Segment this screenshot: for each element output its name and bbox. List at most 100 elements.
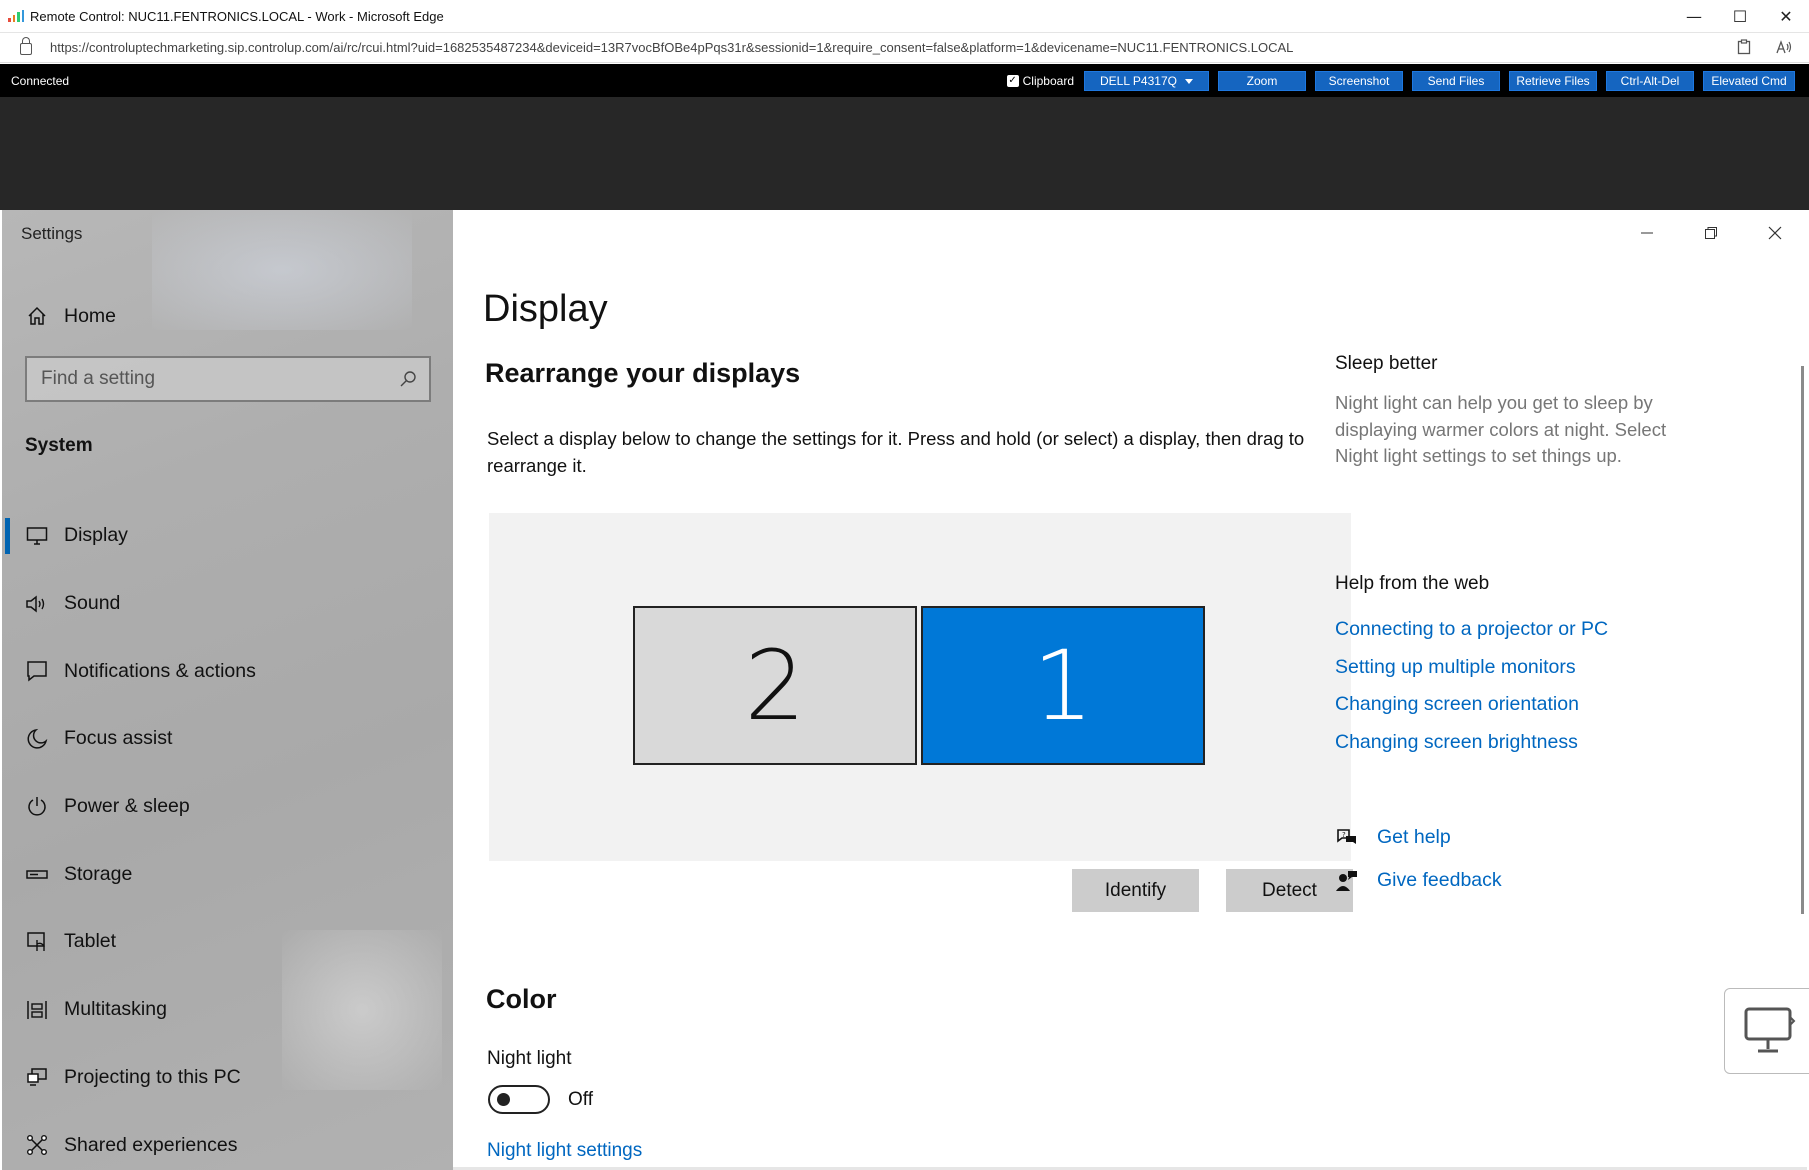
search-box (25, 356, 431, 402)
browser-window-controls: — ☐ ✕ (1671, 0, 1809, 33)
identify-button[interactable]: Identify (1072, 869, 1199, 912)
get-help-link[interactable]: ? Get help (1335, 826, 1451, 849)
chevron-down-icon (1184, 78, 1193, 84)
sidebar-item-projecting[interactable]: Projecting to this PC (2, 1044, 453, 1112)
minimize-icon[interactable]: — (1671, 0, 1717, 33)
maximize-icon[interactable]: ☐ (1717, 0, 1763, 33)
elevated-cmd-button[interactable]: Elevated Cmd (1703, 71, 1795, 91)
chat-help-icon: ? (1337, 828, 1356, 844)
sidebar-item-storage[interactable]: Storage (2, 840, 453, 908)
night-light-state: Off (568, 1089, 593, 1110)
sidebar-item-label: Storage (64, 862, 133, 885)
monitor-select-dropdown[interactable]: DELL P4317Q (1084, 71, 1209, 91)
night-light-toggle[interactable] (488, 1085, 550, 1114)
remote-tools: ✓ Clipboard DELL P4317Q Zoom Screenshot … (1006, 71, 1795, 91)
content-scrollbar[interactable] (1801, 366, 1804, 914)
settings-window-title: Settings (21, 224, 83, 243)
minimize-icon[interactable] (1615, 210, 1679, 256)
shared-icon (24, 1132, 50, 1158)
storage-icon (24, 861, 50, 887)
sidebar-item-label: Display (64, 524, 128, 547)
help-link-multiple-monitors[interactable]: Setting up multiple monitors (1335, 656, 1608, 694)
send-files-button[interactable]: Send Files (1412, 71, 1500, 91)
sidebar-item-label: Shared experiences (64, 1133, 238, 1156)
help-link-screen-brightness[interactable]: Changing screen brightness (1335, 731, 1608, 769)
screenshot-button[interactable]: Screenshot (1315, 71, 1403, 91)
sidebar-nav: Display Sound Notifications & actions Fo… (2, 502, 453, 1170)
controlup-favicon-icon (8, 10, 24, 22)
help-link-projector[interactable]: Connecting to a projector or PC (1335, 618, 1608, 656)
retrieve-files-button[interactable]: Retrieve Files (1509, 71, 1597, 91)
sidebar-item-shared-experiences[interactable]: Shared experiences (2, 1111, 453, 1170)
help-link-screen-orientation[interactable]: Changing screen orientation (1335, 693, 1608, 731)
ctrl-alt-del-button[interactable]: Ctrl-Alt-Del (1606, 71, 1694, 91)
color-heading: Color (486, 984, 557, 1014)
sidebar-item-label: Projecting to this PC (64, 1065, 241, 1088)
close-icon[interactable]: ✕ (1763, 0, 1809, 33)
settings-content: Display Rearrange your displays Select a… (453, 210, 1809, 1170)
sidebar-item-label: Multitasking (64, 998, 167, 1021)
browser-window-title: Remote Control: NUC11.FENTRONICS.LOCAL -… (30, 8, 444, 24)
address-bar-actions (1737, 39, 1793, 58)
checkbox-checked-icon[interactable]: ✓ (1006, 75, 1019, 87)
browser-title-bar: Remote Control: NUC11.FENTRONICS.LOCAL -… (0, 0, 1809, 33)
page-title: Display (483, 288, 608, 330)
detect-button[interactable]: Detect (1226, 869, 1353, 912)
sidebar-item-label: Focus assist (64, 727, 173, 750)
power-icon (24, 794, 50, 820)
clipboard-icon[interactable] (1737, 39, 1751, 58)
sidebar-item-label: Power & sleep (64, 795, 190, 818)
connection-status: Connected (11, 73, 70, 88)
speaker-icon (24, 591, 50, 617)
section-label-system: System (25, 435, 93, 456)
sleep-better-text: Night light can help you get to sleep by… (1335, 392, 1667, 466)
address-bar: https://controluptechmarketing.sip.contr… (0, 33, 1809, 63)
help-links-list: Connecting to a projector or PC Setting … (1335, 618, 1608, 768)
settings-window-controls (1615, 210, 1807, 256)
sleep-better-heading: Sleep better (1335, 353, 1438, 374)
read-aloud-icon[interactable] (1775, 39, 1793, 58)
get-help-label: Get help (1377, 826, 1451, 848)
sidebar-item-multitasking[interactable]: Multitasking (2, 976, 453, 1044)
night-light-settings-link[interactable]: Night light settings (487, 1140, 642, 1162)
monitor-select-value: DELL P4317Q (1100, 74, 1177, 88)
display-1-tile[interactable]: 1 (921, 606, 1205, 765)
multitasking-icon (24, 997, 50, 1023)
search-icon[interactable] (399, 370, 417, 393)
sidebar-item-label: Sound (64, 592, 121, 615)
sidebar-item-label: Tablet (64, 930, 117, 953)
lock-icon[interactable] (20, 37, 32, 55)
remote-control-toolbar: Connected ✓ Clipboard DELL P4317Q Zoom S… (0, 64, 1809, 97)
zoom-button[interactable]: Zoom (1218, 71, 1306, 91)
search-input[interactable] (41, 368, 381, 390)
remote-desktop-background (0, 97, 1809, 210)
sidebar-item-notifications[interactable]: Notifications & actions (2, 637, 453, 705)
sidebar-item-display[interactable]: Display (2, 502, 453, 570)
clipboard-label: Clipboard (1022, 74, 1074, 88)
notification-icon (24, 658, 50, 684)
sidebar-item-focus-assist[interactable]: Focus assist (2, 705, 453, 773)
sidebar-item-label: Home (64, 304, 117, 327)
clipboard-toggle[interactable]: ✓ Clipboard (1006, 74, 1074, 88)
sidebar-item-home[interactable]: Home (2, 296, 453, 336)
sidebar-item-tablet[interactable]: Tablet (2, 908, 453, 976)
give-feedback-link[interactable]: Give feedback (1335, 869, 1502, 892)
svg-text:?: ? (1342, 831, 1346, 839)
tablet-icon (24, 929, 50, 955)
display-2-tile[interactable]: 2 (633, 606, 917, 765)
close-icon[interactable] (1743, 210, 1807, 256)
give-feedback-label: Give feedback (1377, 869, 1502, 891)
monitor-icon (24, 523, 50, 549)
help-from-web-heading: Help from the web (1335, 573, 1490, 594)
remote-monitor-icon (1744, 1007, 1796, 1053)
rearrange-heading: Rearrange your displays (485, 358, 801, 388)
home-icon (24, 303, 50, 329)
restore-icon[interactable] (1679, 210, 1743, 256)
settings-sidebar: Settings Home System Display (2, 210, 453, 1170)
url-text[interactable]: https://controluptechmarketing.sip.contr… (50, 40, 1293, 55)
remote-session-widget[interactable] (1724, 988, 1809, 1074)
night-light-label: Night light (487, 1048, 572, 1069)
sidebar-item-power-sleep[interactable]: Power & sleep (2, 773, 453, 841)
sidebar-item-sound[interactable]: Sound (2, 570, 453, 638)
moon-icon (24, 726, 50, 752)
